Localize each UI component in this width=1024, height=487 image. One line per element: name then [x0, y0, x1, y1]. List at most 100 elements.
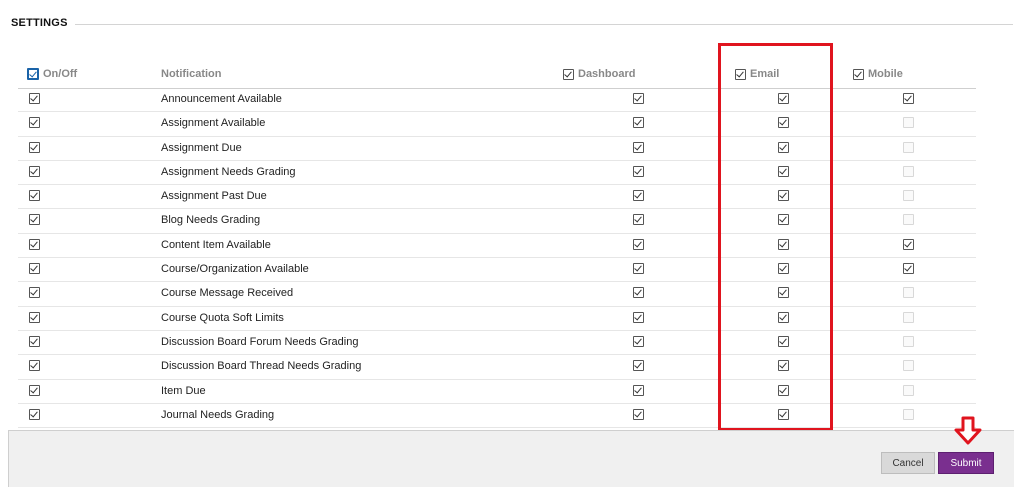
notification-label: Announcement Available — [161, 93, 282, 105]
dashboard-checkbox[interactable] — [633, 141, 644, 153]
dashboard-checkbox[interactable] — [633, 238, 644, 250]
dashboard-checkbox[interactable] — [633, 287, 644, 299]
email-checkbox[interactable] — [778, 335, 789, 347]
dashboard-checkbox[interactable] — [633, 165, 644, 177]
mobile-all-checkbox[interactable] — [853, 68, 864, 80]
onoff-checkbox[interactable] — [29, 238, 40, 250]
table-row: Course Quota Soft Limits — [18, 307, 976, 331]
onoff-checkbox[interactable] — [29, 141, 40, 153]
mobile-checkbox — [903, 360, 914, 372]
onoff-checkbox[interactable] — [29, 360, 40, 372]
header-notification: Notification — [161, 68, 222, 80]
onoff-checkbox[interactable] — [29, 311, 40, 323]
notification-label: Course Quota Soft Limits — [161, 311, 284, 324]
header-mobile-label: Mobile — [868, 68, 903, 80]
table-row: Discussion Board Thread Needs Grading — [18, 355, 976, 380]
onoff-checkbox[interactable] — [29, 384, 40, 396]
email-checkbox[interactable] — [778, 165, 789, 177]
notification-label: Assignment Needs Grading — [161, 165, 296, 178]
table-row: Assignment Due — [18, 137, 976, 161]
onoff-checkbox[interactable] — [29, 165, 40, 177]
email-checkbox[interactable] — [778, 408, 789, 420]
notification-label: Discussion Board Thread Needs Grading — [161, 360, 362, 373]
notification-label: Item Due — [161, 384, 206, 397]
header-onoff: On/Off — [27, 68, 77, 80]
notification-label: Blog Needs Grading — [161, 214, 261, 227]
onoff-checkbox[interactable] — [29, 93, 40, 104]
notification-label: Content Item Available — [161, 238, 271, 251]
table-row: Assignment Available — [18, 112, 976, 137]
notification-label: Discussion Board Forum Needs Grading — [161, 335, 359, 348]
mobile-checkbox — [903, 335, 914, 347]
header-email: Email — [735, 68, 779, 80]
submit-button[interactable]: Submit — [938, 452, 994, 474]
header-email-label: Email — [750, 68, 780, 80]
mobile-checkbox — [903, 287, 914, 299]
table-row: Course/Organization Available — [18, 258, 976, 283]
mobile-checkbox — [903, 384, 914, 396]
email-checkbox[interactable] — [778, 214, 789, 226]
table-row: Content Item Available — [18, 234, 976, 259]
header-dashboard-label: Dashboard — [578, 68, 636, 80]
notification-label: Assignment Past Due — [161, 190, 267, 203]
mobile-checkbox[interactable] — [903, 238, 914, 250]
email-checkbox[interactable] — [778, 384, 789, 396]
notification-label: Journal Needs Grading — [161, 408, 275, 421]
dashboard-checkbox[interactable] — [633, 408, 644, 420]
dashboard-checkbox[interactable] — [633, 93, 644, 104]
mobile-checkbox — [903, 165, 914, 177]
email-checkbox[interactable] — [778, 238, 789, 250]
dashboard-all-checkbox[interactable] — [563, 68, 574, 80]
table-row: Discussion Board Forum Needs Grading — [18, 331, 976, 356]
email-checkbox[interactable] — [778, 141, 789, 153]
notification-list: Announcement Available Assignment Availab… — [18, 88, 976, 430]
table-row: Assignment Past Due — [18, 185, 976, 210]
mobile-checkbox — [903, 214, 914, 226]
onoff-checkbox[interactable] — [29, 287, 40, 299]
header-notification-label: Notification — [161, 68, 222, 80]
table-row: Announcement Available — [18, 88, 976, 113]
dashboard-checkbox[interactable] — [633, 190, 644, 202]
header-dashboard: Dashboard — [563, 68, 635, 80]
dashboard-checkbox[interactable] — [633, 335, 644, 347]
mobile-checkbox — [903, 311, 914, 323]
mobile-checkbox[interactable] — [903, 93, 914, 104]
dashboard-checkbox[interactable] — [633, 311, 644, 323]
select-all-checkbox[interactable] — [27, 68, 39, 80]
header-mobile: Mobile — [853, 68, 903, 80]
mobile-checkbox — [903, 141, 914, 153]
dashboard-checkbox[interactable] — [633, 117, 644, 129]
down-arrow-icon — [954, 416, 982, 445]
table-row: Assignment Needs Grading — [18, 161, 976, 186]
table-row: Course Message Received — [18, 282, 976, 307]
email-checkbox[interactable] — [778, 287, 789, 299]
email-checkbox[interactable] — [778, 311, 789, 323]
table-row: Journal Needs Grading — [18, 404, 976, 429]
email-checkbox[interactable] — [778, 360, 789, 372]
table-row: Item Due — [18, 380, 976, 404]
email-checkbox[interactable] — [778, 190, 789, 202]
email-all-checkbox[interactable] — [735, 68, 746, 80]
email-checkbox[interactable] — [778, 93, 789, 104]
onoff-checkbox[interactable] — [29, 408, 40, 420]
mobile-checkbox[interactable] — [903, 263, 914, 275]
onoff-checkbox[interactable] — [29, 263, 40, 275]
onoff-checkbox[interactable] — [29, 214, 40, 226]
footer-bar — [8, 430, 1014, 487]
table-header: On/Off Notification Dashboard Email Mobi… — [18, 64, 976, 89]
section-divider — [75, 24, 1013, 25]
dashboard-checkbox[interactable] — [633, 384, 644, 396]
dashboard-checkbox[interactable] — [633, 214, 644, 226]
onoff-checkbox[interactable] — [29, 117, 40, 129]
onoff-checkbox[interactable] — [29, 335, 40, 347]
section-title: SETTINGS — [11, 17, 68, 29]
notification-label: Assignment Available — [161, 117, 266, 130]
notification-label: Assignment Due — [161, 141, 242, 154]
dashboard-checkbox[interactable] — [633, 263, 644, 275]
onoff-checkbox[interactable] — [29, 190, 40, 202]
email-checkbox[interactable] — [778, 263, 789, 275]
email-checkbox[interactable] — [778, 117, 789, 129]
mobile-checkbox — [903, 117, 914, 129]
cancel-button[interactable]: Cancel — [881, 452, 935, 474]
dashboard-checkbox[interactable] — [633, 360, 644, 372]
